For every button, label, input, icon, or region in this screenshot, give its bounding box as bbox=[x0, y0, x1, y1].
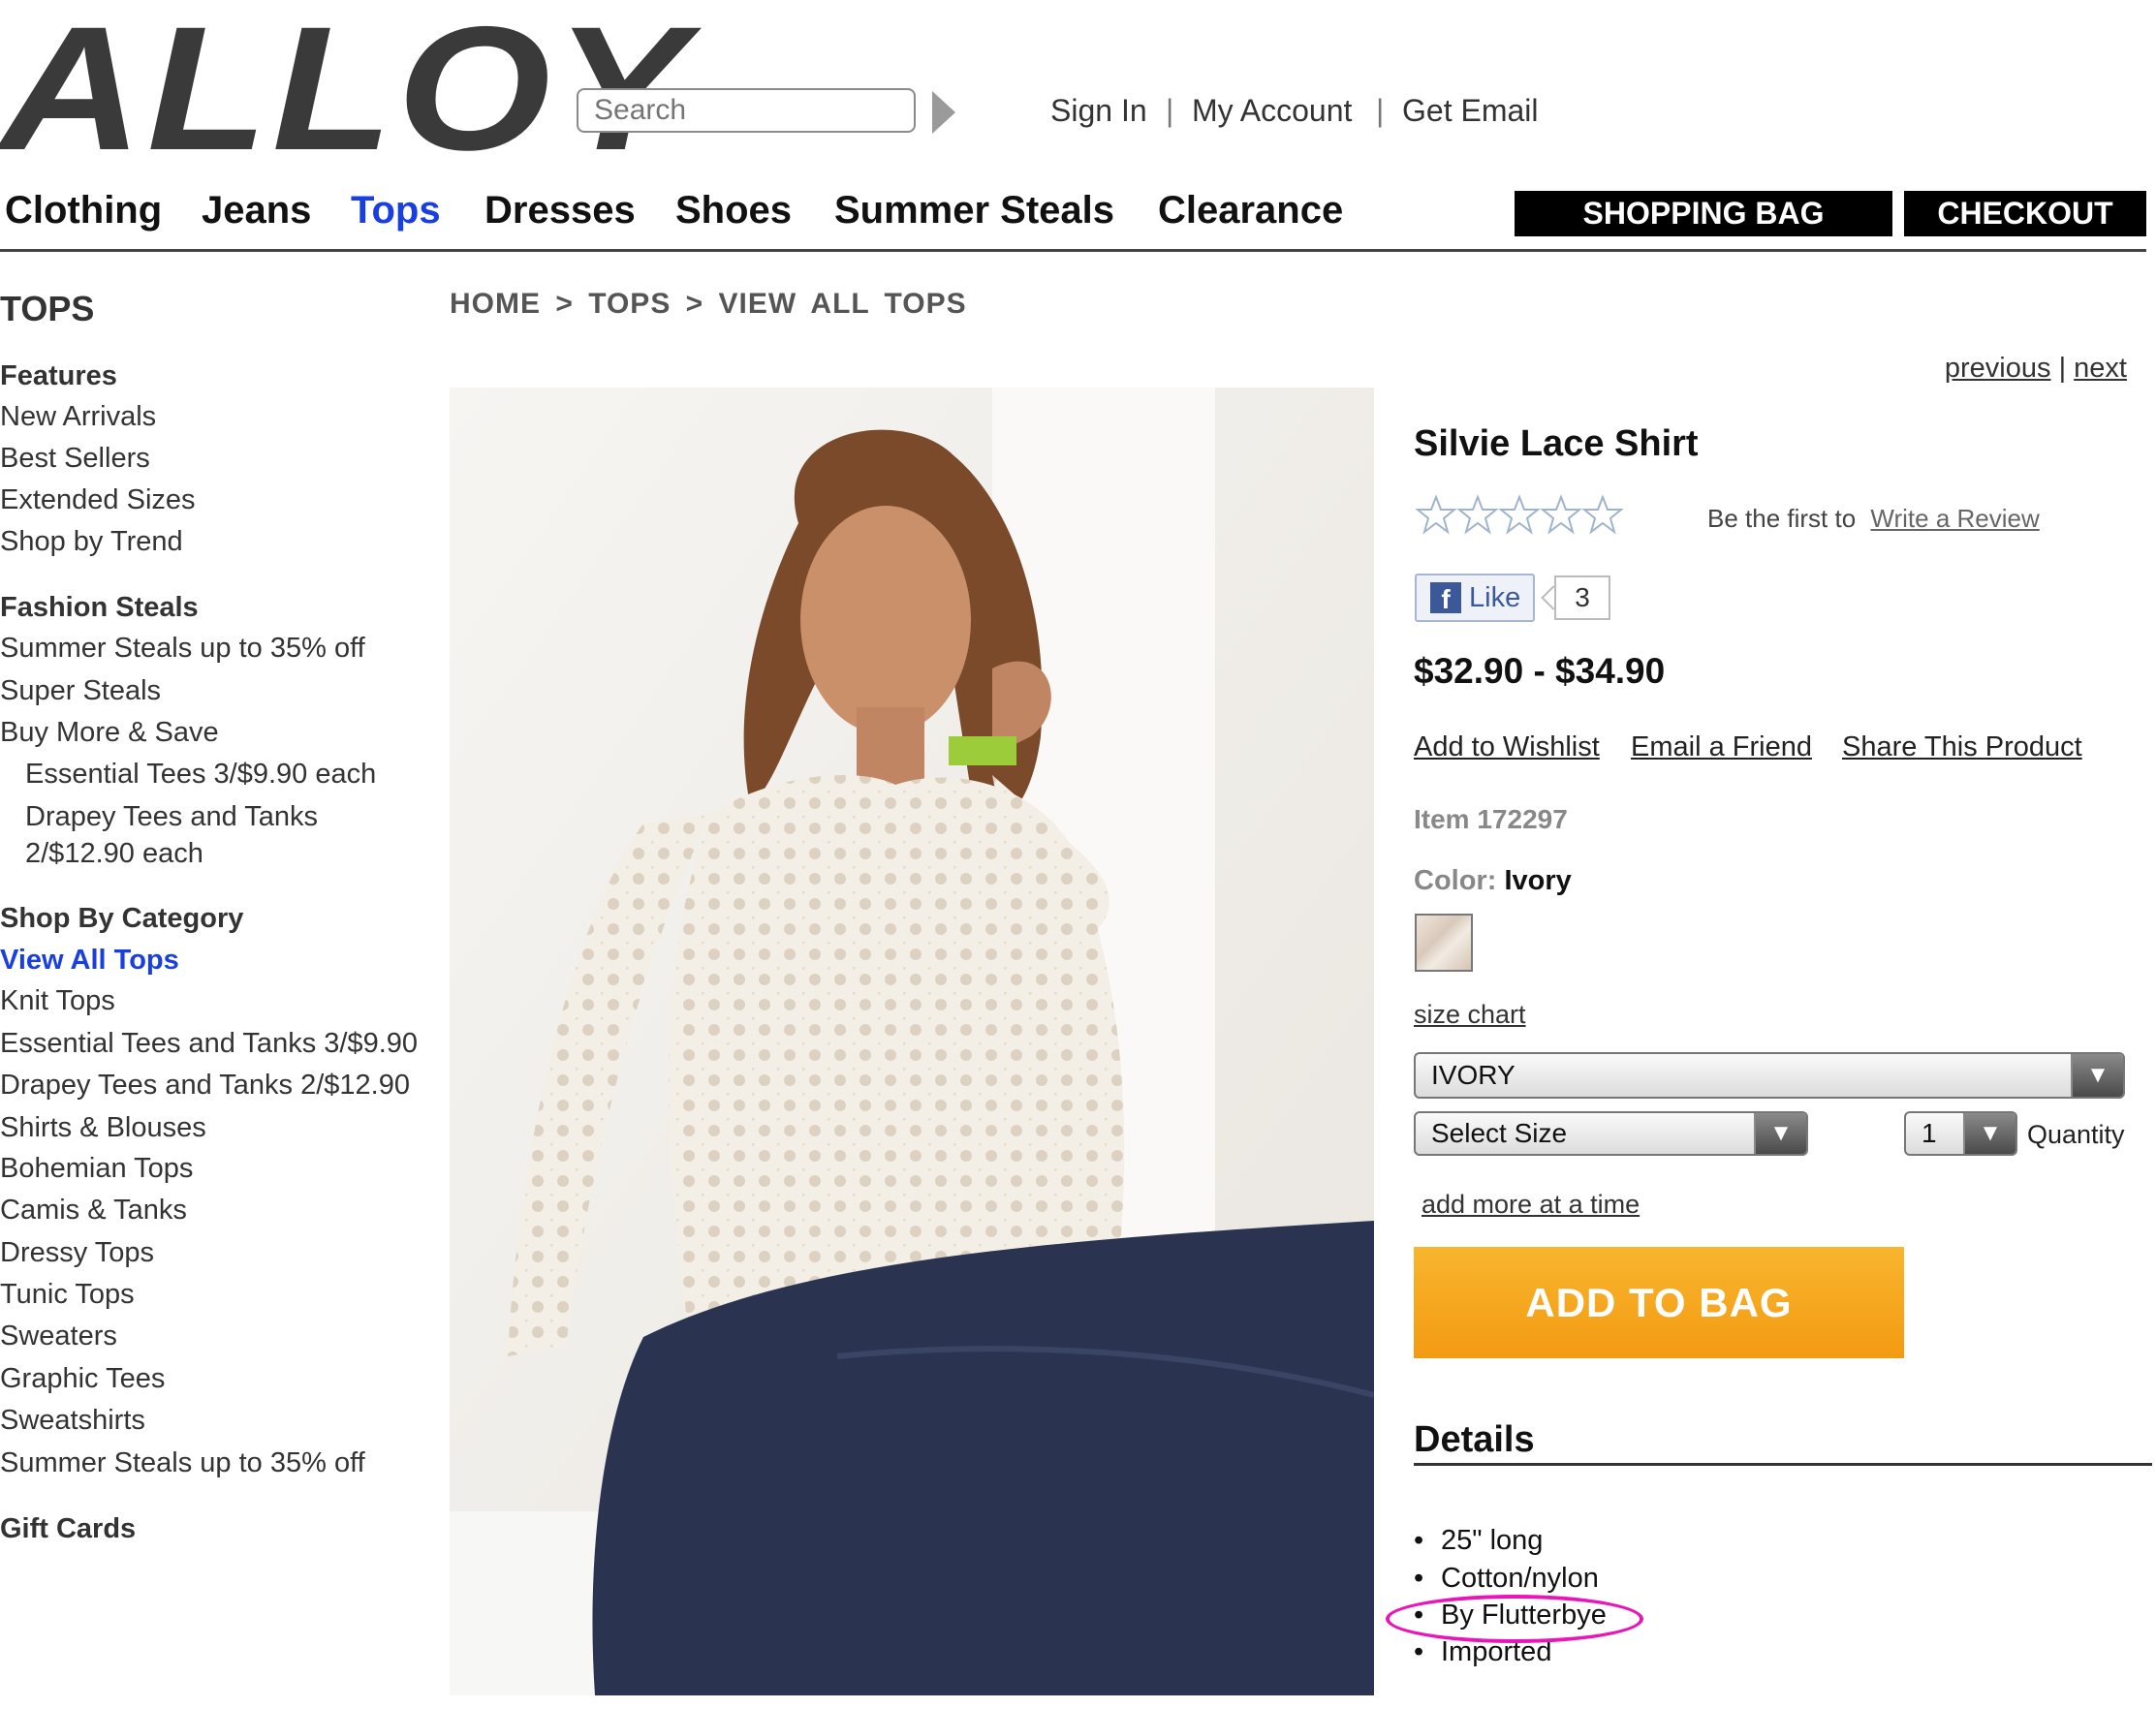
nav-summer-steals[interactable]: Summer Steals bbox=[834, 189, 1114, 233]
sidebar-heading: TOPS bbox=[0, 289, 95, 328]
get-email-link[interactable]: Get Email bbox=[1402, 93, 1538, 129]
color-label: Color: Ivory bbox=[1414, 865, 1572, 897]
details-heading: Details bbox=[1414, 1419, 1535, 1460]
details-divider bbox=[1414, 1463, 2152, 1466]
nav-shoes[interactable]: Shoes bbox=[675, 189, 792, 233]
product-title: Silvie Lace Shirt bbox=[1414, 423, 1699, 464]
search-submit-arrow-icon[interactable] bbox=[932, 91, 955, 134]
size-dropdown[interactable]: Select Size ▼ bbox=[1414, 1111, 1808, 1156]
bullet-icon: • bbox=[1414, 1525, 1424, 1556]
sidebar-item[interactable]: Bohemian Tops bbox=[0, 1153, 193, 1185]
sidebar-item[interactable]: Tunic Tops bbox=[0, 1279, 135, 1311]
model-wearing-lace-shirt-image bbox=[450, 388, 1374, 1695]
detail-item: • 25" long bbox=[1414, 1525, 1543, 1557]
detail-item: • Cotton/nylon bbox=[1414, 1563, 1599, 1595]
sidebar-section-fashion-steals: Fashion Steals bbox=[0, 592, 199, 623]
sidebar-item[interactable]: Summer Steals up to 35% off bbox=[0, 1447, 365, 1479]
like-count: 3 bbox=[1554, 575, 1610, 620]
color-value: Ivory bbox=[1504, 865, 1572, 896]
size-chart-link[interactable]: size chart bbox=[1414, 1000, 1526, 1030]
sidebar-item[interactable]: New Arrivals bbox=[0, 401, 156, 433]
size-dropdown-value: Select Size bbox=[1431, 1118, 1568, 1148]
share-product-link[interactable]: Share This Product bbox=[1842, 731, 2082, 763]
nav-clothing[interactable]: Clothing bbox=[5, 189, 162, 233]
color-dropdown[interactable]: IVORY ▼ bbox=[1414, 1052, 2125, 1099]
sign-in-link[interactable]: Sign In bbox=[1050, 93, 1147, 129]
detail-text: Cotton/nylon bbox=[1441, 1563, 1599, 1594]
chevron-down-icon: ▼ bbox=[2071, 1054, 2123, 1097]
quantity-dropdown[interactable]: 1 ▼ bbox=[1904, 1111, 2017, 1156]
sidebar-gift-cards[interactable]: Gift Cards bbox=[0, 1513, 136, 1545]
add-to-wishlist-link[interactable]: Add to Wishlist bbox=[1414, 731, 1600, 763]
product-photo[interactable] bbox=[450, 388, 1374, 1695]
color-dropdown-value: IVORY bbox=[1431, 1060, 1515, 1090]
pager: previous | next bbox=[1945, 353, 2127, 385]
item-number: Item 172297 bbox=[1414, 804, 1568, 834]
search-input[interactable] bbox=[577, 88, 916, 133]
facebook-icon: f bbox=[1430, 582, 1461, 613]
my-account-link[interactable]: My Account bbox=[1192, 93, 1352, 129]
next-link[interactable]: next bbox=[2074, 353, 2127, 384]
sidebar-subitem[interactable]: 2/$12.90 each bbox=[25, 838, 203, 870]
bullet-icon: • bbox=[1414, 1563, 1424, 1594]
nav-divider bbox=[0, 249, 2146, 252]
sidebar-item[interactable]: Sweatshirts bbox=[0, 1405, 145, 1437]
review-prompt: Be the first to Write a Review bbox=[1707, 504, 2040, 534]
sidebar-section-features: Features bbox=[0, 360, 117, 391]
nav-tops[interactable]: Tops bbox=[351, 189, 441, 233]
sidebar-item-view-all-tops[interactable]: View All Tops bbox=[0, 945, 179, 977]
review-prompt-text: Be the first to bbox=[1707, 504, 1857, 533]
shopping-bag-button[interactable]: SHOPPING BAG bbox=[1515, 191, 1892, 236]
detail-text: 25" long bbox=[1441, 1525, 1544, 1556]
rating-stars[interactable] bbox=[1415, 494, 1628, 542]
sidebar-item[interactable]: Drapey Tees and Tanks 2/$12.90 bbox=[0, 1070, 410, 1102]
quantity-label: Quantity bbox=[2027, 1120, 2125, 1149]
add-more-link[interactable]: add more at a time bbox=[1422, 1190, 1640, 1220]
sidebar-item[interactable]: Knit Tops bbox=[0, 985, 115, 1017]
sidebar-item[interactable]: Extended Sizes bbox=[0, 484, 196, 516]
sidebar-item[interactable]: Super Steals bbox=[0, 675, 161, 707]
like-label: Like bbox=[1469, 581, 1521, 613]
sidebar-item[interactable]: Shop by Trend bbox=[0, 526, 183, 558]
ivory-color-swatch[interactable] bbox=[1415, 914, 1473, 972]
sidebar-item[interactable]: Summer Steals up to 35% off bbox=[0, 633, 365, 665]
sidebar-item[interactable]: Best Sellers bbox=[0, 443, 150, 475]
add-to-bag-button[interactable]: ADD TO BAG bbox=[1414, 1247, 1904, 1358]
sidebar-item[interactable]: Graphic Tees bbox=[0, 1363, 165, 1395]
email-a-friend-link[interactable]: Email a Friend bbox=[1631, 731, 1812, 763]
breadcrumb[interactable]: HOME > TOPS > VIEW ALL TOPS bbox=[450, 288, 967, 321]
pager-separator: | bbox=[2058, 353, 2067, 384]
chevron-down-icon: ▼ bbox=[1963, 1113, 2015, 1154]
quantity-value: 1 bbox=[1922, 1118, 1937, 1148]
nav-jeans[interactable]: Jeans bbox=[202, 189, 311, 233]
sidebar-item[interactable]: Sweaters bbox=[0, 1321, 117, 1352]
header-separator: | bbox=[1166, 93, 1174, 128]
write-review-link[interactable]: Write a Review bbox=[1870, 504, 2039, 533]
sidebar-item[interactable]: Dressy Tops bbox=[0, 1237, 154, 1269]
nav-clearance[interactable]: Clearance bbox=[1158, 189, 1343, 233]
highlight-ellipse bbox=[1386, 1595, 1643, 1643]
header-separator: | bbox=[1376, 93, 1385, 128]
facebook-like-button[interactable]: f Like bbox=[1415, 574, 1535, 622]
checkout-button[interactable]: CHECKOUT bbox=[1904, 191, 2146, 236]
color-label-text: Color: bbox=[1414, 865, 1497, 896]
sidebar-item[interactable]: Shirts & Blouses bbox=[0, 1112, 206, 1144]
sidebar-item[interactable]: Essential Tees and Tanks 3/$9.90 bbox=[0, 1028, 418, 1060]
product-price: $32.90 - $34.90 bbox=[1414, 651, 1666, 691]
sidebar-item[interactable]: Camis & Tanks bbox=[0, 1195, 187, 1227]
sidebar-subitem[interactable]: Essential Tees 3/$9.90 each bbox=[25, 759, 376, 791]
sidebar-section-category: Shop By Category bbox=[0, 903, 244, 934]
chevron-down-icon: ▼ bbox=[1754, 1113, 1806, 1154]
previous-link[interactable]: previous bbox=[1945, 353, 2051, 384]
sidebar-subitem[interactable]: Drapey Tees and Tanks bbox=[25, 801, 318, 833]
empty-stars-icon bbox=[1415, 494, 1624, 535]
nav-dresses[interactable]: Dresses bbox=[484, 189, 636, 233]
sidebar-item[interactable]: Buy More & Save bbox=[0, 717, 219, 749]
bullet-icon: • bbox=[1414, 1636, 1424, 1667]
